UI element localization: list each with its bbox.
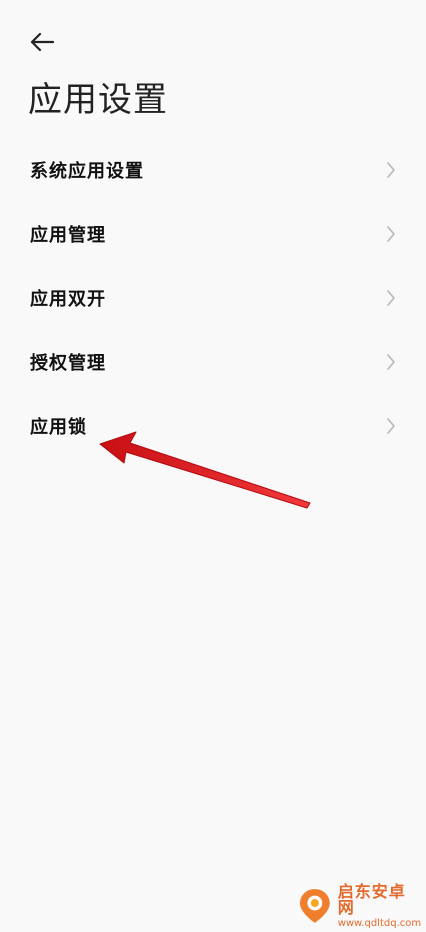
arrow-left-icon — [30, 32, 55, 52]
menu-item-label: 系统应用设置 — [30, 161, 144, 182]
watermark-url: www.qdltdq.com — [337, 917, 422, 929]
location-pin-logo-icon — [299, 889, 330, 923]
settings-menu: 系统应用设置 应用管理 应用双开 授权管理 应用锁 — [0, 138, 426, 458]
menu-item-permission-management[interactable]: 授权管理 — [0, 330, 426, 394]
menu-item-label: 应用双开 — [30, 289, 106, 310]
header: 应用设置 — [0, 0, 426, 150]
menu-item-system-app-settings[interactable]: 系统应用设置 — [0, 138, 426, 202]
watermark-text: 启东安卓网 www.qdltdq.com — [337, 881, 422, 929]
menu-item-label: 授权管理 — [30, 353, 106, 374]
watermark: 启东安卓网 www.qdltdq.com — [296, 881, 422, 929]
chevron-right-icon — [384, 160, 398, 180]
menu-item-dual-apps[interactable]: 应用双开 — [0, 266, 426, 330]
watermark-title: 启东安卓网 — [337, 881, 406, 917]
chevron-right-icon — [384, 352, 398, 372]
page-title: 应用设置 — [28, 80, 168, 120]
chevron-right-icon — [384, 288, 398, 308]
menu-item-label: 应用管理 — [30, 225, 106, 246]
menu-item-label: 应用锁 — [30, 417, 87, 438]
chevron-right-icon — [384, 224, 398, 244]
chevron-right-icon — [384, 416, 398, 436]
menu-item-app-management[interactable]: 应用管理 — [0, 202, 426, 266]
menu-item-app-lock[interactable]: 应用锁 — [0, 394, 426, 458]
back-button[interactable] — [22, 26, 62, 58]
